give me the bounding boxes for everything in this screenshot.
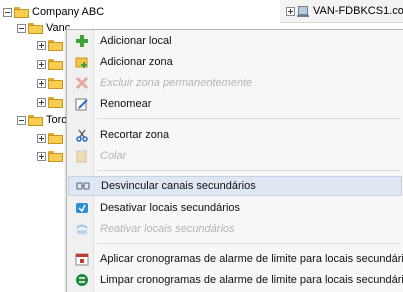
plus-icon: [75, 34, 89, 48]
expand-icon[interactable]: [37, 59, 46, 69]
expand-icon[interactable]: [37, 78, 46, 88]
folder-icon: [48, 132, 63, 144]
menu-separator: [97, 243, 400, 244]
tree-node-toronto[interactable]: Toro: [17, 112, 67, 128]
folder-icon: [48, 39, 63, 51]
folder-icon: [14, 6, 29, 18]
menu-separator: [97, 118, 400, 119]
menu-item-label: Renomear: [100, 98, 152, 110]
folder-icon: [28, 22, 43, 34]
menu-item-label: Adicionar local: [100, 35, 172, 47]
folder-icon: [28, 114, 43, 126]
collapse-icon[interactable]: [3, 7, 12, 17]
expand-icon[interactable]: [37, 133, 46, 143]
menu-item-add-zone[interactable]: Adicionar zona: [68, 52, 402, 72]
tree-node-company[interactable]: Company ABC: [3, 4, 104, 20]
server-label: VAN-FDBKCS1.con: [313, 5, 403, 17]
menu-item-apply-limit-alarm-schedules[interactable]: Aplicar cronogramas de alarme de limite …: [68, 249, 403, 269]
expand-icon[interactable]: [37, 151, 46, 161]
menu-item-label: Recortar zona: [100, 129, 170, 141]
menu-item-label: Adicionar zona: [100, 56, 173, 68]
menu-item-unlink-child-channels[interactable]: Desvincular canais secundários: [68, 176, 402, 196]
cut-icon: [75, 128, 89, 142]
menu-item-label: Desativar locais secundários: [100, 202, 241, 214]
collapse-icon[interactable]: [17, 115, 26, 125]
menu-item-rename[interactable]: Renomear: [68, 94, 402, 114]
menu-item-cut-zone[interactable]: Recortar zona: [68, 125, 402, 145]
menu-item-add-site[interactable]: Adicionar local: [68, 31, 402, 51]
reactivate-icon: [75, 222, 89, 236]
rename-icon: [75, 97, 89, 111]
menu-item-label: Limpar cronogramas de alarme de limite p…: [100, 274, 403, 286]
add-zone-icon: [75, 55, 89, 69]
paste-icon: [75, 149, 89, 163]
menu-item-label: Colar: [100, 150, 127, 162]
menu-separator: [97, 170, 400, 171]
unlink-icon: [76, 179, 90, 193]
menu-item-reactivate-child-sites[interactable]: Reativar locais secundários: [68, 219, 402, 239]
tree-node-vancouver[interactable]: Vanc: [17, 20, 70, 36]
menu-item-delete-zone[interactable]: Excluir zona permanentemente: [68, 73, 402, 93]
menu-item-paste[interactable]: Colar: [68, 146, 402, 166]
delete-x-icon: [75, 76, 89, 90]
menu-item-disable-child-sites[interactable]: Desativar locais secundários: [68, 198, 402, 218]
server-node[interactable]: VAN-FDBKCS1.con: [286, 4, 403, 18]
expand-icon[interactable]: [37, 97, 46, 107]
folder-icon: [48, 58, 63, 70]
menu-item-label: Aplicar cronogramas de alarme de limite …: [100, 253, 403, 265]
folder-icon: [48, 96, 63, 108]
disable-icon: [75, 201, 89, 215]
app-window: Company ABC Vanc I V V T: [0, 0, 403, 292]
menu-item-label: Desvincular canais secundários: [101, 180, 256, 192]
tree-node-child[interactable]: I: [37, 37, 69, 53]
context-menu: Adicionar local Adicionar zona Excluir z…: [66, 29, 403, 292]
tree-node-label: Toro: [46, 114, 68, 126]
menu-item-clear-limit-alarm-schedules[interactable]: Limpar cronogramas de alarme de limite p…: [68, 270, 403, 290]
folder-icon: [48, 150, 63, 162]
folder-icon: [48, 77, 63, 89]
expand-icon[interactable]: [37, 40, 46, 50]
server-icon: [297, 5, 311, 17]
tree-node-label: Company ABC: [32, 6, 105, 18]
calendar-icon: [75, 252, 89, 266]
expand-icon[interactable]: [286, 6, 295, 16]
clear-schedule-icon: [75, 273, 89, 287]
menu-item-label: Excluir zona permanentemente: [100, 77, 253, 89]
menu-item-label: Reativar locais secundários: [100, 223, 235, 235]
collapse-icon[interactable]: [17, 23, 26, 33]
